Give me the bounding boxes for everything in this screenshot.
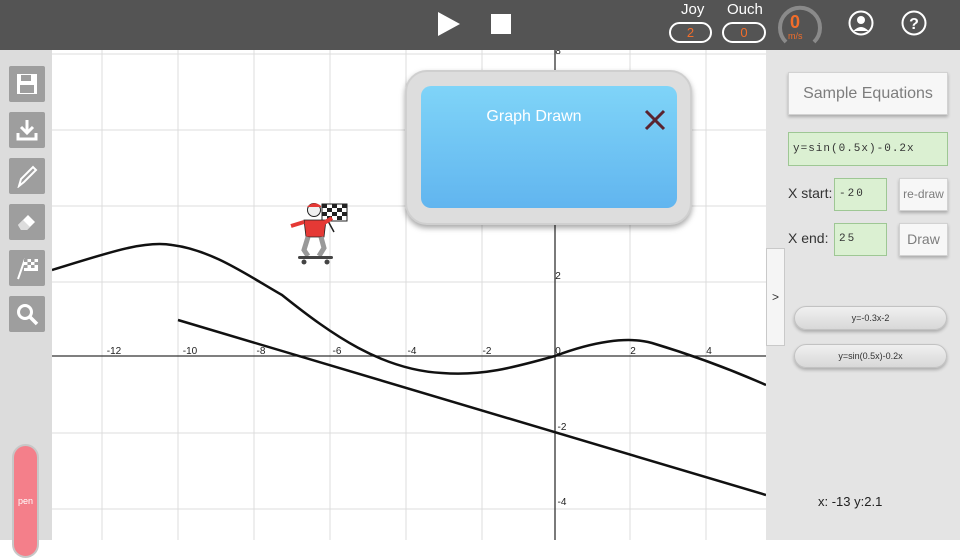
download-icon [16,120,38,141]
eraser-icon [18,215,35,230]
panel-collapse-toggle[interactable]: > [766,248,785,346]
x-tick-label: -2 [483,346,492,357]
stop-icon[interactable] [491,14,511,34]
close-icon[interactable] [641,106,669,134]
help-icon[interactable]: ? [901,10,927,36]
play-icon[interactable] [438,12,460,36]
dialog-body: Graph Drawn [421,86,677,208]
joy-counter: 2 [669,22,712,43]
joy-label: Joy [681,1,705,18]
pencil-tool-button[interactable] [9,158,45,194]
finish-flag-button[interactable] [9,250,45,286]
top-toolbar: Joy 2 Ouch 0 0 m/s ? [0,0,960,50]
x-tick-label: -8 [257,346,266,357]
pencil-icon [17,165,38,188]
equation-history-item[interactable]: y=sin(0.5x)-0.2x [794,344,947,368]
ouch-label: Ouch [727,1,763,18]
draw-button[interactable]: Draw [899,223,948,256]
curve-sine [51,242,767,387]
y-tick-label: 2 [555,271,561,282]
download-button[interactable] [9,112,45,148]
x-end-label: X end: [788,230,829,246]
graph-drawn-dialog: Graph Drawn [405,70,692,225]
equation-history-item[interactable]: y=-0.3x-2 [794,306,947,330]
dialog-title: Graph Drawn [486,108,582,125]
x-start-label: X start: [788,185,833,201]
curve-linear [177,318,767,497]
x-tick-label: -10 [183,346,198,357]
search-icon [17,304,39,326]
skateboarder-character [290,203,348,265]
zoom-button[interactable] [9,296,45,332]
pen-button-label: pen [17,496,34,506]
x-tick-label: -12 [107,346,122,357]
equation-input[interactable]: y=sin(0.5x)-0.2x [788,132,948,166]
user-icon[interactable] [848,10,874,36]
x-start-input[interactable]: -20 [834,178,887,211]
pen-toggle-button[interactable]: pen [12,444,39,558]
y-tick-label: -2 [558,422,567,433]
x-tick-label: -6 [333,346,342,357]
tool-sidebar: pen [0,50,52,558]
cursor-coordinates: x: -13 y:2.1 [818,494,883,509]
y-tick-label: 8 [555,50,561,57]
save-icon [17,74,37,94]
ouch-counter: 0 [722,22,766,43]
speed-unit: m/s [788,31,803,41]
finish-flag-icon [17,258,38,280]
svg-text:?: ? [909,16,919,33]
x-tick-label: 4 [706,346,712,357]
x-tick-label: 2 [630,346,636,357]
sample-equations-button[interactable]: Sample Equations [788,72,948,115]
eraser-tool-button[interactable] [9,204,45,240]
save-button[interactable] [9,66,45,102]
y-tick-label: -4 [558,497,567,508]
x-end-input[interactable]: 25 [834,223,887,256]
speed-value: 0 [789,12,800,32]
redraw-button[interactable]: re-draw [899,178,948,211]
x-tick-label: -4 [408,346,417,357]
equation-panel: > Sample Equations y=sin(0.5x)-0.2x X st… [766,50,960,540]
